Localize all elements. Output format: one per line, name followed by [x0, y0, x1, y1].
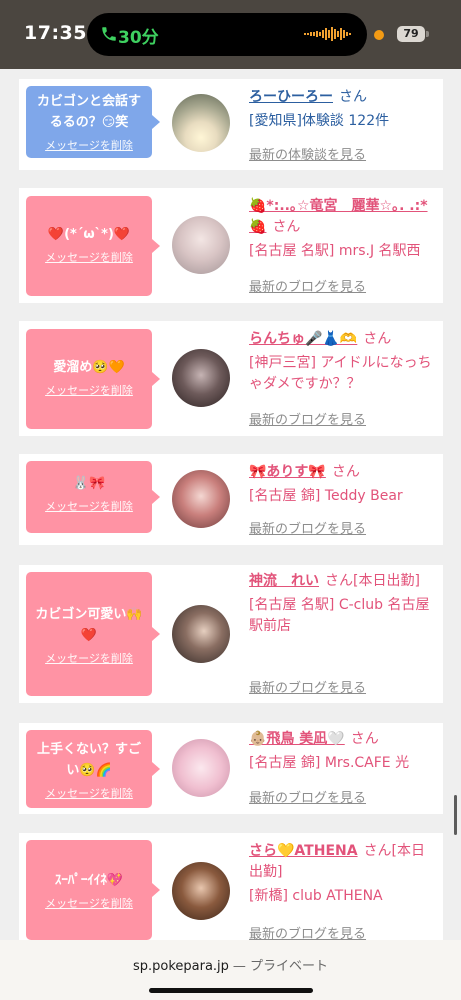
latest-blog-link[interactable]: 最新のブログを見る — [249, 276, 366, 295]
message-bubble: 🐰🎀 メッセージを削除 — [26, 461, 160, 533]
list-item[interactable]: 愛溜め🥺🧡 メッセージを削除 らんちゅ🎤👗🫶 さん [神戸三宮] アイドルになっち… — [19, 321, 443, 436]
camera-indicator-icon — [374, 30, 384, 40]
user-name-link[interactable]: さら💛ATHENA — [249, 843, 358, 859]
private-mode-label: — プライベート — [232, 959, 329, 974]
message-text: ｽｰﾊﾟｰｲｲﾈ💖 — [54, 873, 124, 888]
delete-message-link[interactable]: メッセージを削除 — [45, 895, 133, 911]
honorific: さん — [272, 219, 301, 235]
shop-info: [名古屋 錦] Teddy Bear — [249, 488, 403, 504]
user-name-link[interactable]: らんちゅ🎤👗🫶 — [249, 331, 357, 347]
battery-icon: 79 — [397, 26, 425, 42]
message-text: カビゴン可愛い🙌❤️ — [35, 607, 143, 643]
avatar[interactable] — [172, 349, 230, 407]
status-time: 17:35 — [24, 22, 87, 44]
message-bubble: カビゴン可愛い🙌❤️ メッセージを削除 — [26, 572, 160, 696]
list-item[interactable]: ｽｰﾊﾟｰｲｲﾈ💖 メッセージを削除 さら💛ATHENA さん[本日出勤] [新橋… — [19, 833, 443, 942]
list-item[interactable]: ❤️(*´ω`*)❤️ メッセージを削除 🍓*:..｡☆竜宮 麗華☆｡. .:*… — [19, 188, 443, 303]
delete-message-link[interactable]: メッセージを削除 — [45, 249, 133, 265]
message-bubble: ❤️(*´ω`*)❤️ メッセージを削除 — [26, 196, 160, 296]
honorific: さん[本日出勤] — [325, 573, 420, 589]
latest-blog-link[interactable]: 最新のブログを見る — [249, 677, 366, 696]
scrollbar[interactable] — [454, 795, 457, 835]
url-text: sp.pokepara.jp — [132, 959, 229, 974]
delete-message-link[interactable]: メッセージを削除 — [45, 785, 133, 801]
message-bubble: ｽｰﾊﾟｰｲｲﾈ💖 メッセージを削除 — [26, 840, 160, 940]
delete-message-link[interactable]: メッセージを削除 — [45, 498, 133, 514]
message-text: ❤️(*´ω`*)❤️ — [47, 227, 131, 242]
avatar[interactable] — [172, 739, 230, 797]
user-name-link[interactable]: ろーひーろー — [249, 89, 333, 105]
honorific: さん — [339, 89, 367, 105]
shop-info: [新橋] club ATHENA — [249, 888, 383, 904]
call-duration: 30分 — [118, 28, 159, 48]
user-name-link[interactable]: 🎀ありす🎀 — [249, 464, 326, 480]
address-bar[interactable]: sp.pokepara.jp — プライベート — [0, 955, 461, 974]
delete-message-link[interactable]: メッセージを削除 — [45, 650, 133, 666]
honorific: さん — [331, 464, 360, 480]
latest-blog-link[interactable]: 最新のブログを見る — [249, 518, 366, 537]
browser-bottom-bar: sp.pokepara.jp — プライベート — [0, 940, 461, 1000]
avatar[interactable] — [172, 470, 230, 528]
list-item[interactable]: カビゴン可愛い🙌❤️ メッセージを削除 神流 れい さん[本日出勤] [名古屋 名… — [19, 565, 443, 703]
delete-message-link[interactable]: メッセージを削除 — [45, 137, 133, 153]
latest-reviews-link[interactable]: 最新の体験談を見る — [249, 144, 366, 163]
shop-info: [名古屋 錦] Mrs.CAFE 光 — [249, 755, 410, 771]
message-bubble: カビゴンと会話するるの？😏笑 メッセージを削除 — [26, 86, 160, 158]
user-name-link[interactable]: 👶🏼飛鳥 美凪🤍 — [249, 731, 345, 747]
user-name-link[interactable]: 神流 れい — [249, 573, 319, 589]
avatar[interactable] — [172, 216, 230, 274]
latest-blog-link[interactable]: 最新のブログを見る — [249, 787, 366, 806]
shop-info: [名古屋 名駅] C-club 名古屋駅前店 — [249, 597, 430, 634]
shop-info: [神戸三宮] アイドルになっちゃダメですか？？ — [249, 355, 432, 392]
avatar[interactable] — [172, 862, 230, 920]
message-text: 愛溜め🥺🧡 — [53, 360, 125, 375]
message-bubble: 愛溜め🥺🧡 メッセージを削除 — [26, 329, 160, 429]
message-bubble: 上手くない？すごい🥺🌈 メッセージを削除 — [26, 730, 160, 808]
audio-wave-icon — [304, 27, 351, 41]
message-text: カビゴンと会話するるの？😏笑 — [36, 94, 141, 130]
phone-icon — [102, 27, 116, 41]
latest-blog-link[interactable]: 最新のブログを見る — [249, 409, 366, 428]
home-indicator[interactable] — [149, 988, 313, 993]
list-item[interactable]: 🐰🎀 メッセージを削除 🎀ありす🎀 さん [名古屋 錦] Teddy Bear 最… — [19, 454, 443, 545]
message-text: 🐰🎀 — [72, 476, 106, 491]
shop-info: [愛知県]体験談 122件 — [249, 113, 390, 129]
list-item[interactable]: カビゴンと会話するるの？😏笑 メッセージを削除 ろーひーろー さん [愛知県]体験… — [19, 79, 443, 170]
honorific: さん — [350, 731, 379, 747]
honorific: さん — [363, 331, 392, 347]
avatar[interactable] — [172, 94, 230, 152]
delete-message-link[interactable]: メッセージを削除 — [45, 382, 133, 398]
message-text: 上手くない？すごい🥺🌈 — [36, 742, 141, 778]
shop-info: [名古屋 名駅] mrs.J 名駅西 — [249, 243, 421, 259]
avatar[interactable] — [172, 605, 230, 663]
list-item[interactable]: 上手くない？すごい🥺🌈 メッセージを削除 👶🏼飛鳥 美凪🤍 さん [名古屋 錦] … — [19, 723, 443, 814]
battery-tip — [426, 31, 429, 37]
